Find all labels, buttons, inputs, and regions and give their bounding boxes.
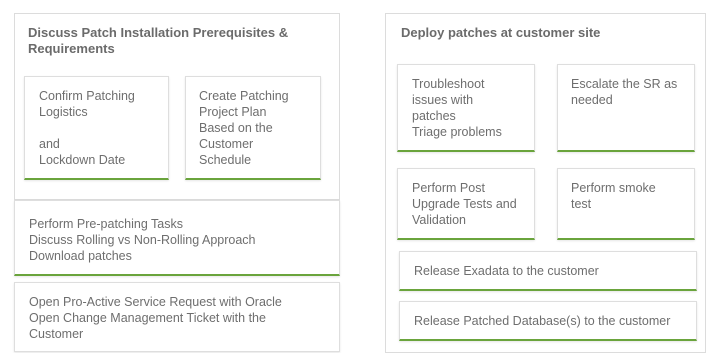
card-line: Escalate the SR as <box>571 77 678 91</box>
card-line: Lockdown Date <box>39 153 126 167</box>
card-line: Logistics <box>39 105 88 119</box>
card-line: Perform smoke <box>571 181 656 195</box>
release-exadata-card[interactable]: Release Exadata to the customer <box>399 251 697 291</box>
card-line: patches <box>412 109 456 123</box>
title-line: Requirements <box>28 41 115 56</box>
card-line: Confirm Patching <box>39 89 135 103</box>
card-line: Open Pro-Active Service Request with Ora… <box>29 295 282 309</box>
card-line: Triage problems <box>412 125 502 139</box>
card-line <box>39 120 135 136</box>
card-line: and <box>39 137 60 151</box>
card-line: Perform Pre-patching Tasks <box>29 217 183 231</box>
card-line: Download patches <box>29 249 132 263</box>
escalate-sr-card[interactable]: Escalate the SR as needed <box>557 64 695 152</box>
open-service-request-card[interactable]: Open Pro-Active Service Request with Ora… <box>14 282 340 352</box>
card-line: Project Plan <box>199 105 267 119</box>
release-patched-database-card[interactable]: Release Patched Database(s) to the custo… <box>399 301 697 341</box>
create-patching-project-plan-card[interactable]: Create Patching Project Plan Based on th… <box>185 76 321 180</box>
card-line: Create Patching <box>199 89 289 103</box>
card-line: Open Change Management Ticket with the <box>29 311 266 325</box>
troubleshoot-issues-card[interactable]: Troubleshoot issues with patches Triage … <box>397 64 535 152</box>
confirm-patching-logistics-card[interactable]: Confirm Patching Logistics and Lockdown … <box>24 76 169 180</box>
card-line: Release Patched Database(s) to the custo… <box>414 314 671 328</box>
deploy-patches-panel-title: Deploy patches at customer site <box>401 25 601 40</box>
card-line: Schedule <box>199 153 252 167</box>
card-line: Perform Post <box>412 181 485 195</box>
card-line: Discuss Rolling vs Non-Rolling Approach <box>29 233 256 247</box>
card-line: needed <box>571 93 613 107</box>
title-line: Discuss Patch Installation Prerequisites… <box>28 25 289 40</box>
card-line: Troubleshoot <box>412 77 485 91</box>
card-line: Release Exadata to the customer <box>414 264 599 278</box>
prerequisites-panel-title: Discuss Patch Installation Prerequisites… <box>28 25 288 57</box>
card-line: Based on the <box>199 121 273 135</box>
card-line: Customer <box>199 137 254 151</box>
card-line: Validation <box>412 213 466 227</box>
smoke-test-card[interactable]: Perform smoke test <box>557 168 695 240</box>
card-line: test <box>571 197 592 211</box>
card-line: Customer <box>29 327 84 341</box>
card-line: Upgrade Tests and <box>412 197 517 211</box>
pre-patching-tasks-card[interactable]: Perform Pre-patching Tasks Discuss Rolli… <box>14 200 340 276</box>
post-upgrade-tests-card[interactable]: Perform Post Upgrade Tests and Validatio… <box>397 168 535 240</box>
card-line: issues with <box>412 93 474 107</box>
